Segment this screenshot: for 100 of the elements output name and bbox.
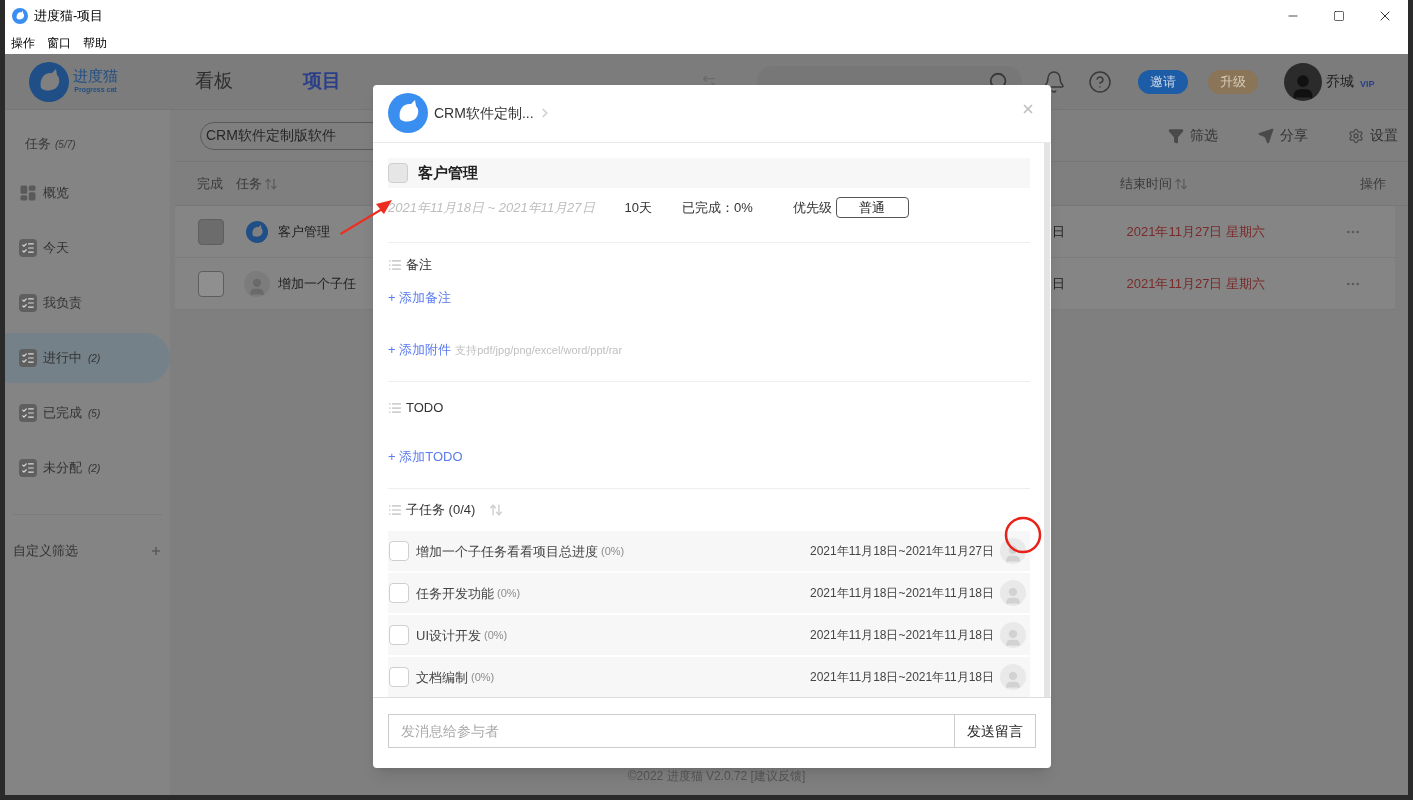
add-note-link[interactable]: + 添加备注 — [388, 288, 452, 308]
row-checkbox[interactable] — [198, 270, 224, 297]
list-icon — [388, 502, 402, 517]
sidebar-item[interactable]: 概览 — [5, 168, 170, 218]
app-icon — [12, 8, 28, 24]
assignee-avatar — [1000, 622, 1026, 649]
sort-icon[interactable] — [264, 176, 278, 191]
maximize-icon[interactable] — [1333, 10, 1345, 22]
subtask-checkbox[interactable] — [389, 541, 409, 562]
attachment-hint: 支持pdf/jpg/png/excel/word/ppt/rar — [455, 342, 623, 358]
subtask-dates: 2021年11月18日~2021年11月18日 — [810, 627, 994, 645]
help-icon[interactable] — [1088, 69, 1112, 94]
section-title: TODO — [406, 399, 444, 418]
column-header: 操作 — [1360, 174, 1386, 193]
bell-icon[interactable] — [1042, 69, 1066, 94]
sidebar-item[interactable]: 我负责 — [5, 278, 170, 328]
subtask-name[interactable]: 文档编制 — [416, 667, 468, 688]
upgrade-button[interactable]: 升级 — [1208, 69, 1258, 94]
subtask-row[interactable]: 文档编制 (0%) 2021年11月18日~2021年11月18日 — [388, 657, 1030, 698]
table-cell-text: 日 — [1051, 274, 1065, 293]
custom-filter-label: 自定义筛选 — [13, 542, 78, 560]
add-attachment-link[interactable]: + 添加附件 — [388, 339, 452, 360]
menu-item[interactable]: 帮助 — [83, 34, 107, 52]
sidebar-title: 任务 — [25, 135, 51, 154]
list-icon — [388, 257, 402, 272]
vip-label: VIP — [1360, 77, 1375, 91]
user-avatar[interactable] — [1284, 62, 1322, 101]
subtask-checkbox[interactable] — [389, 667, 409, 688]
assignee-avatar — [1000, 538, 1026, 565]
subtask-dates: 2021年11月18日~2021年11月18日 — [810, 669, 994, 687]
menu-item[interactable]: 窗口 — [47, 34, 71, 52]
user-name: 乔城 — [1326, 72, 1354, 91]
end-time: 2021年11月27日 星期六 — [1126, 222, 1265, 241]
priority-button[interactable]: 普通 — [835, 197, 909, 219]
subtask-name[interactable]: UI设计开发 — [416, 625, 481, 646]
priority-label: 优先级 — [792, 199, 832, 218]
column-header: 完成 — [197, 174, 223, 193]
sidebar-item[interactable]: 未分配 (2) — [5, 443, 170, 493]
progress-text: 已完成：0% — [682, 199, 753, 218]
breadcrumb[interactable]: CRM软件定制... — [434, 102, 534, 124]
subtask-name[interactable]: 增加一个子任务看看项目总进度 — [416, 541, 598, 562]
nav-tab[interactable]: 项目 — [303, 67, 341, 96]
subtask-row[interactable]: UI设计开发 (0%) 2021年11月18日~2021年11月18日 — [388, 615, 1030, 656]
assignee-avatar — [1000, 580, 1026, 607]
toolbar-button[interactable]: 分享 — [1258, 125, 1308, 146]
task-logo-icon — [246, 220, 268, 243]
task-checkbox[interactable] — [388, 162, 408, 183]
menu-item[interactable]: 操作 — [11, 34, 35, 52]
subtask-name[interactable]: 任务开发功能 — [416, 583, 494, 604]
message-field[interactable]: 发消息给参与者 — [388, 714, 955, 749]
dashboard-icon — [19, 184, 37, 202]
column-header[interactable]: 任务 — [236, 173, 278, 194]
subtask-row[interactable]: 任务开发功能 (0%) 2021年11月18日~2021年11月18日 — [388, 573, 1030, 614]
task-title: 客户管理 — [418, 162, 478, 183]
toolbar-button[interactable]: 设置 — [1348, 125, 1398, 146]
sidebar-item[interactable]: 今天 — [5, 223, 170, 273]
assignee-avatar — [244, 270, 270, 297]
cat-logo — [29, 61, 69, 102]
checklist-icon — [19, 239, 37, 257]
subtask-checkbox[interactable] — [389, 625, 409, 646]
checklist-icon — [19, 294, 37, 312]
subtask-dates: 2021年11月18日~2021年11月27日 — [810, 543, 994, 561]
subtask-checkbox[interactable] — [389, 583, 409, 604]
task-name[interactable]: 客户管理 — [278, 221, 330, 242]
project-logo — [388, 93, 428, 134]
sort-icon[interactable] — [1174, 176, 1188, 191]
percent-label: (0%) — [497, 586, 521, 602]
end-time: 2021年11月27日 星期六 — [1126, 274, 1265, 293]
percent-label: (0%) — [471, 670, 495, 686]
sidebar-count: (5/7) — [55, 137, 76, 152]
sort-icon[interactable] — [489, 502, 504, 517]
checklist-icon — [19, 459, 37, 477]
window-title: 进度猫-项目 — [34, 7, 104, 26]
row-checkbox[interactable] — [198, 218, 224, 245]
list-icon — [388, 401, 402, 416]
assignee-avatar — [1000, 664, 1026, 691]
filter-icon — [1168, 127, 1184, 144]
duration: 10天 — [624, 199, 653, 218]
invite-button[interactable]: 邀请 — [1138, 69, 1188, 94]
nav-tab[interactable]: 看板 — [195, 67, 233, 96]
section-title: 备注 — [406, 255, 432, 274]
add-icon[interactable] — [150, 544, 162, 557]
checklist-icon — [19, 349, 37, 367]
percent-label: (0%) — [601, 544, 625, 560]
checklist-icon — [19, 404, 37, 422]
toolbar-button[interactable]: 筛选 — [1168, 125, 1218, 146]
scrollbar[interactable] — [1044, 142, 1050, 698]
sidebar-item[interactable]: 已完成 (5) — [5, 388, 170, 438]
logo-text: 进度猫 — [73, 67, 118, 86]
section-title: 子任务 (0/4) — [406, 500, 476, 519]
paper-plane-icon — [1258, 127, 1274, 144]
subtask-row[interactable]: 增加一个子任务看看项目总进度 (0%) 2021年11月18日~2021年11月27日 — [388, 531, 1030, 572]
add-todo-link[interactable]: + 添加TODO — [388, 448, 463, 464]
sidebar-item[interactable]: 进行中 (2) — [5, 333, 170, 383]
table-cell-text: 日 — [1051, 222, 1065, 241]
annotation-circle — [1004, 516, 1042, 554]
column-header[interactable]: 结束时间 — [1120, 173, 1188, 194]
send-button[interactable]: 发送留言 — [955, 714, 1036, 749]
settings-icon — [1348, 127, 1364, 144]
subtask-dates: 2021年11月18日~2021年11月18日 — [810, 585, 994, 603]
